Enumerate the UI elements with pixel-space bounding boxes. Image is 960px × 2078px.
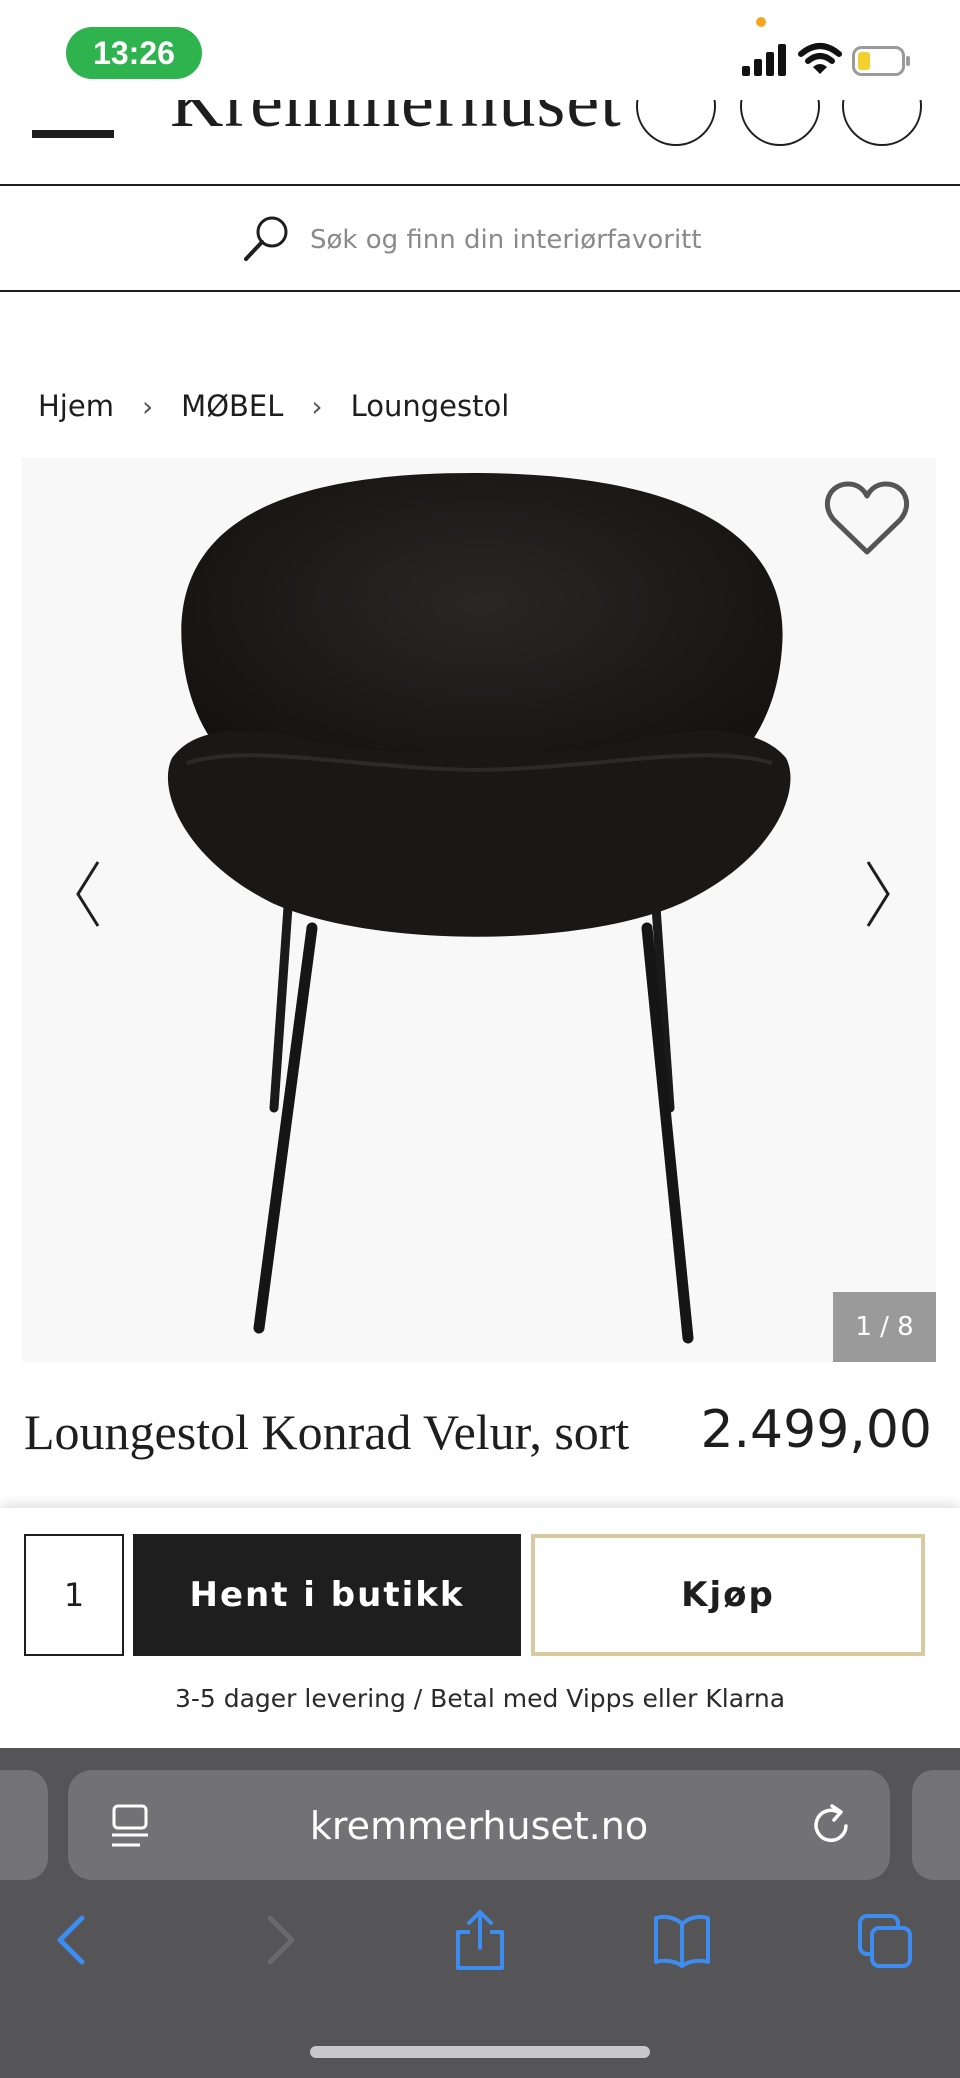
share-icon[interactable] <box>450 1908 510 1972</box>
cart-icon[interactable] <box>842 100 922 146</box>
status-time: 13:26 <box>66 27 202 79</box>
reload-icon[interactable] <box>808 1802 854 1848</box>
browser-toolbar: kremmerhuset.no <box>0 1748 960 2078</box>
product-gallery[interactable]: 1 / 8 <box>22 458 936 1362</box>
search-bar <box>0 188 960 292</box>
breadcrumb: Hjem › MØBEL › Loungestol <box>38 384 509 428</box>
cellular-signal-icon <box>742 44 786 76</box>
heart-circle-icon[interactable] <box>636 100 716 146</box>
privacy-indicator-dot <box>756 17 766 27</box>
breadcrumb-separator: › <box>311 389 323 423</box>
site-logo[interactable]: Kremmerhuset <box>170 100 622 145</box>
tabs-icon[interactable] <box>856 1908 916 1972</box>
favorite-heart-icon[interactable] <box>824 480 910 558</box>
bookmarks-icon[interactable] <box>652 1908 712 1972</box>
breadcrumb-current[interactable]: Loungestol <box>351 389 510 423</box>
product-image <box>167 473 791 1344</box>
breadcrumb-separator: › <box>141 389 154 423</box>
menu-icon[interactable] <box>32 130 114 138</box>
status-bar: 13:26 <box>0 0 960 100</box>
url-text[interactable]: kremmerhuset.no <box>68 1804 890 1848</box>
search-input[interactable] <box>310 218 810 262</box>
pickup-in-store-button[interactable]: Hent i butikk <box>133 1534 521 1656</box>
search-icon[interactable] <box>242 214 290 264</box>
image-counter: 1 / 8 <box>833 1292 936 1362</box>
previous-tab-preview[interactable] <box>0 1770 48 1880</box>
product-price: 2.499,00 <box>700 1400 932 1460</box>
home-indicator[interactable] <box>310 2046 650 2058</box>
wifi-icon <box>798 43 842 74</box>
product-title: Loungestol Konrad Velur, sort <box>24 1404 630 1460</box>
site-header: Kremmerhuset <box>0 100 960 186</box>
buy-button[interactable]: Kjøp <box>531 1534 925 1656</box>
address-bar[interactable]: kremmerhuset.no <box>68 1770 890 1880</box>
quantity-input[interactable] <box>24 1534 124 1656</box>
previous-image-chevron-icon[interactable] <box>72 858 102 930</box>
back-arrow-icon[interactable] <box>42 1908 102 1972</box>
breadcrumb-category[interactable]: MØBEL <box>181 389 283 423</box>
battery-icon <box>852 46 910 76</box>
breadcrumb-home[interactable]: Hjem <box>38 389 114 423</box>
next-tab-preview[interactable] <box>912 1770 960 1880</box>
user-circle-icon[interactable] <box>740 100 820 146</box>
delivery-info: 3-5 dager levering / Betal med Vipps ell… <box>174 1684 786 1713</box>
sticky-buy-bar: Hent i butikk Kjøp 3-5 dager levering / … <box>0 1508 960 1748</box>
forward-arrow-icon[interactable] <box>250 1908 310 1972</box>
next-image-chevron-icon[interactable] <box>864 858 894 930</box>
